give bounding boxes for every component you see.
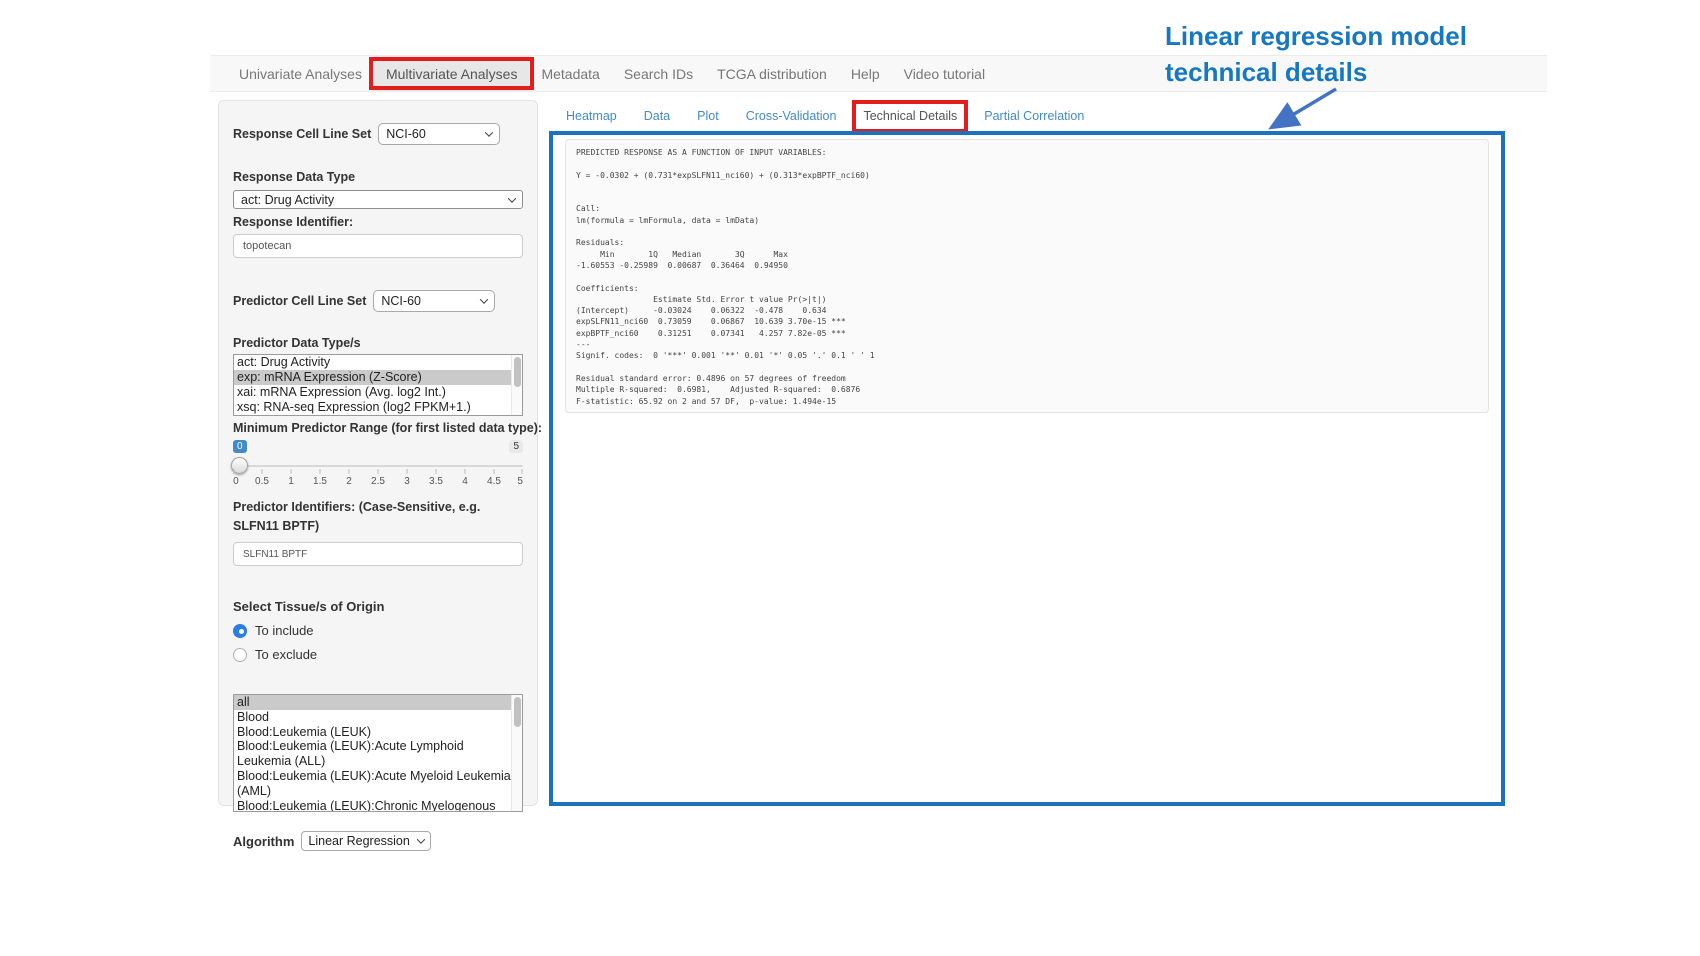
tab-heatmap[interactable]: Heatmap [566, 109, 617, 123]
response-cell-line-set-label: Response Cell Line Set [233, 127, 371, 141]
chevron-down-icon [480, 295, 488, 303]
app-window: Univariate Analyses Multivariate Analyse… [0, 0, 1700, 956]
slider-tick-label: 5 [517, 476, 523, 487]
radio-to-include-label: To include [255, 623, 314, 638]
tab-partial-correlation[interactable]: Partial Correlation [984, 109, 1084, 123]
slider-tick-label: 0 [233, 476, 239, 487]
slider-tick-label: 4 [462, 476, 468, 487]
annotation-line1: Linear regression model [1165, 18, 1467, 54]
tissue-option-cml[interactable]: Blood:Leukemia (LEUK):Chronic Myelogenou… [234, 799, 522, 812]
list-option-act[interactable]: act: Drug Activity [234, 355, 522, 370]
slider-tick-label: 2 [346, 476, 352, 487]
tissue-option-leuk[interactable]: Blood:Leukemia (LEUK) [234, 725, 522, 740]
nav-item-tcga-distribution[interactable]: TCGA distribution [705, 56, 839, 91]
chevron-down-icon [485, 128, 493, 136]
predictor-data-types-label: Predictor Data Type/s [233, 336, 523, 350]
slider-max-badge: 5 [509, 440, 523, 453]
predictor-data-types-listbox: act: Drug Activity exp: mRNA Expression … [233, 354, 523, 416]
slider-tick-label: 1.5 [313, 476, 327, 487]
sidebar-controls: Response Cell Line Set NCI-60 Response D… [218, 100, 538, 806]
slider-tick-label: 1 [288, 476, 294, 487]
tissue-option-aml[interactable]: Blood:Leukemia (LEUK):Acute Myeloid Leuk… [234, 769, 522, 799]
slider-tick-label: 2.5 [371, 476, 385, 487]
slider-tick-label: 3.5 [429, 476, 443, 487]
tissue-option-blood[interactable]: Blood [234, 710, 522, 725]
annotation-callout: Linear regression model technical detail… [1165, 18, 1467, 90]
predictor-cell-line-set-label: Predictor Cell Line Set [233, 294, 366, 308]
min-predictor-range-label: Minimum Predictor Range (for first liste… [233, 421, 523, 435]
response-data-type-label: Response Data Type [233, 170, 523, 184]
tab-technical-details[interactable]: Technical Details [863, 109, 957, 123]
list-option-exp[interactable]: exp: mRNA Expression (Z-Score) [234, 370, 522, 385]
slider-track[interactable] [233, 465, 523, 467]
algorithm-select[interactable]: Linear Regression [301, 831, 430, 851]
listbox-scrollbar[interactable] [511, 695, 522, 811]
response-identifier-input[interactable] [233, 234, 523, 258]
tissue-origin-label: Select Tissue/s of Origin [233, 599, 523, 614]
predictor-cell-line-set-value: NCI-60 [381, 294, 421, 308]
radio-to-exclude[interactable]: To exclude [233, 647, 523, 662]
listbox-scrollbar[interactable] [511, 355, 522, 415]
nav-item-help[interactable]: Help [839, 56, 892, 91]
chevron-down-icon [508, 194, 516, 202]
tissue-option-all-leukemia[interactable]: Blood:Leukemia (LEUK):Acute Lymphoid Leu… [234, 739, 522, 769]
min-predictor-range-slider: 0 5 0 0.5 1 1.5 2 2.5 3 3.5 4 4.5 5 [233, 440, 523, 488]
radio-selected-icon [233, 624, 247, 638]
response-cell-line-set-value: NCI-60 [386, 127, 426, 141]
regression-output-text: PREDICTED RESPONSE AS A FUNCTION OF INPU… [576, 147, 1478, 407]
nav-item-metadata[interactable]: Metadata [529, 56, 611, 91]
nav-item-multivariate-analyses[interactable]: Multivariate Analyses [374, 56, 530, 91]
algorithm-label: Algorithm [233, 834, 294, 849]
slider-tick-label: 4.5 [487, 476, 501, 487]
slider-tick-label: 3 [404, 476, 410, 487]
result-tabs: Heatmap Data Plot Cross-Validation Techn… [566, 109, 1084, 123]
response-data-type-value: act: Drug Activity [241, 193, 334, 207]
chevron-down-icon [417, 835, 425, 843]
response-identifier-label: Response Identifier: [233, 215, 523, 229]
scrollbar-thumb[interactable] [514, 357, 521, 387]
predictor-cell-line-set-select[interactable]: NCI-60 [373, 290, 495, 312]
predictor-identifiers-input[interactable] [233, 542, 523, 566]
technical-details-panel: PREDICTED RESPONSE AS A FUNCTION OF INPU… [549, 131, 1505, 806]
radio-unselected-icon [233, 648, 247, 662]
algorithm-value: Linear Regression [308, 834, 409, 848]
response-cell-line-set-select[interactable]: NCI-60 [378, 123, 500, 145]
list-option-xai[interactable]: xai: mRNA Expression (Avg. log2 Int.) [234, 385, 522, 400]
annotation-arrow [1256, 84, 1348, 136]
predictor-identifiers-label: Predictor Identifiers: (Case-Sensitive, … [233, 498, 523, 536]
nav-item-univariate-analyses[interactable]: Univariate Analyses [227, 56, 374, 91]
nav-item-search-ids[interactable]: Search IDs [612, 56, 705, 91]
slider-value-badge: 0 [233, 440, 247, 453]
regression-output-box: PREDICTED RESPONSE AS A FUNCTION OF INPU… [565, 139, 1489, 413]
radio-to-include[interactable]: To include [233, 623, 523, 638]
response-data-type-select[interactable]: act: Drug Activity [233, 190, 523, 209]
slider-tick-label: 0.5 [255, 476, 269, 487]
tab-cross-validation[interactable]: Cross-Validation [746, 109, 837, 123]
tissue-listbox: all Blood Blood:Leukemia (LEUK) Blood:Le… [233, 694, 523, 812]
nav-item-video-tutorial[interactable]: Video tutorial [892, 56, 997, 91]
scrollbar-thumb[interactable] [514, 697, 521, 727]
radio-to-exclude-label: To exclude [255, 647, 317, 662]
tab-plot[interactable]: Plot [697, 109, 719, 123]
tissue-option-all[interactable]: all [234, 695, 522, 710]
tab-data[interactable]: Data [644, 109, 670, 123]
list-option-xsq[interactable]: xsq: RNA-seq Expression (log2 FPKM+1.) [234, 400, 522, 415]
